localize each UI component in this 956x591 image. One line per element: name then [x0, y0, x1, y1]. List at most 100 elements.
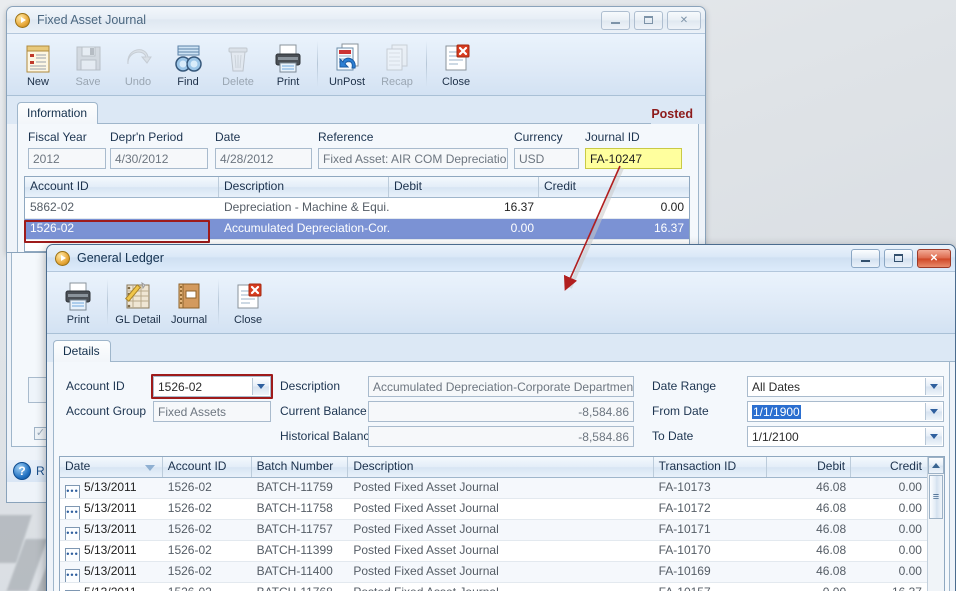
gl-cell-date-text: 5/13/2011 — [84, 501, 137, 515]
currency-field[interactable]: USD — [514, 148, 579, 169]
gl-col-account-id[interactable]: Account ID — [163, 457, 252, 477]
toolbar-unpost-button[interactable]: UnPost — [322, 38, 372, 91]
gl-col-debit[interactable]: Debit — [767, 457, 852, 477]
gl-cell-account-id: 1526-02 — [167, 543, 212, 557]
chevron-down-icon[interactable] — [925, 378, 942, 395]
gl-cell-account-id: 1526-02 — [167, 501, 212, 515]
fa-journal-tabstrip: Information Posted — [7, 96, 705, 124]
gl-toolbar-gl-detail-button[interactable]: GL Detail — [112, 276, 164, 329]
table-row[interactable]: ••• 5/13/2011 1526-02 BATCH-11759 Posted Fix… — [60, 478, 927, 499]
table-row[interactable]: ••• 5/13/2011 1526-02 BATCH-11758 Posted Fix… — [60, 499, 927, 520]
row-expander-icon[interactable]: ••• — [65, 485, 80, 498]
scroll-up-arrow-icon[interactable] — [928, 457, 944, 474]
reference-field[interactable]: Fixed Asset: AIR COM Depreciation — [318, 148, 508, 169]
reference-label: Reference — [318, 130, 374, 144]
chevron-down-icon[interactable] — [925, 403, 942, 420]
chevron-down-icon[interactable] — [925, 428, 942, 445]
toolbar-delete-label: Delete — [222, 76, 254, 88]
gl-account-group-field[interactable]: Fixed Assets — [153, 401, 271, 422]
general-ledger-window[interactable]: General Ledger ✕ Print GL Detail Journal — [46, 244, 956, 591]
table-row[interactable]: ••• 5/13/2011 1526-02 BATCH-11757 Posted Fix… — [60, 520, 927, 541]
table-row[interactable]: ••• 5/13/2011 1526-02 BATCH-11400 Posted Fix… — [60, 562, 927, 583]
scrollbar-thumb[interactable] — [929, 475, 943, 519]
fa-journal-panel: Fiscal Year Depr'n Period Date Reference… — [17, 124, 699, 252]
fa-cell-description: Accumulated Depreciation-Cor... — [224, 221, 389, 235]
gl-description-field[interactable]: Accumulated Depreciation-Corporate Depar… — [368, 376, 634, 397]
gl-cell-transaction-id: FA-10171 — [658, 522, 711, 536]
row-expander-icon[interactable]: ••• — [65, 548, 80, 561]
maximize-icon[interactable] — [634, 10, 663, 30]
gl-cell-debit: 0.00 — [767, 583, 851, 591]
fa-col-account-id[interactable]: Account ID — [25, 177, 219, 197]
gl-historical-balance-field[interactable]: -8,584.86 — [368, 426, 634, 447]
gl-date-range-label: Date Range — [652, 379, 717, 393]
table-row[interactable]: 1526-02 Accumulated Depreciation-Cor... … — [25, 219, 689, 240]
gl-toolbar-journal-button[interactable]: Journal — [164, 276, 214, 329]
gl-col-batch-number[interactable]: Batch Number — [252, 457, 349, 477]
journal-id-field[interactable]: FA-10247 — [585, 148, 682, 169]
gl-col-description[interactable]: Description — [348, 457, 654, 477]
gl-account-id-label: Account ID — [66, 379, 125, 393]
table-row[interactable]: 5862-02 Depreciation - Machine & Equi...… — [25, 198, 689, 219]
gl-account-id-combo[interactable]: 1526-02 — [153, 376, 271, 397]
tab-information[interactable]: Information — [17, 102, 99, 124]
fiscal-year-label: Fiscal Year — [28, 130, 87, 144]
gl-to-date-combo[interactable]: 1/1/2100 — [747, 426, 944, 447]
minimize-icon[interactable] — [601, 10, 630, 30]
gl-to-date-value: 1/1/2100 — [752, 430, 799, 444]
gl-toolbar-print-button[interactable]: Print — [53, 276, 103, 329]
fiscal-year-field[interactable]: 2012 — [28, 148, 106, 169]
gl-cell-date: •••5/13/2011 — [60, 583, 163, 591]
gl-col-credit[interactable]: Credit — [851, 457, 927, 477]
gl-current-balance-field[interactable]: -8,584.86 — [368, 401, 634, 422]
toolbar-new-button[interactable]: New — [13, 38, 63, 91]
gl-from-date-combo[interactable]: 1/1/1900 — [747, 401, 944, 422]
gl-grid: Date Account ID Batch Number Description… — [59, 456, 945, 591]
toolbar-close-label: Close — [441, 76, 471, 88]
gl-cell-batch: BATCH-11759 — [256, 480, 333, 494]
row-expander-icon[interactable]: ••• — [65, 569, 80, 582]
tab-details[interactable]: Details — [53, 340, 111, 362]
fixed-asset-journal-window[interactable]: Fixed Asset Journal ✕ New Save Undo Find… — [6, 6, 706, 253]
table-row[interactable]: •••5/13/20111526-02BATCH-11768Posted Fix… — [60, 583, 927, 591]
row-expander-icon[interactable]: ••• — [65, 506, 80, 519]
gl-toolbar-separator-1 — [107, 279, 108, 325]
gl-panel: Account ID 1526-02 Account Group Fixed A… — [53, 362, 950, 591]
fa-col-description[interactable]: Description — [219, 177, 389, 197]
gl-date-range-combo[interactable]: All Dates — [747, 376, 944, 397]
gl-cell-batch: BATCH-11399 — [256, 543, 333, 557]
row-expander-icon[interactable]: ••• — [65, 527, 80, 540]
gl-cell-debit: 46.08 — [816, 564, 847, 578]
toolbar-find-button[interactable]: Find — [163, 38, 213, 91]
toolbar-print-button[interactable]: Print — [263, 38, 313, 91]
close-icon[interactable]: ✕ — [917, 248, 951, 268]
gl-col-date[interactable]: Date — [60, 457, 163, 477]
app-play-icon — [55, 250, 70, 266]
minimize-icon[interactable] — [851, 248, 880, 268]
gl-col-transaction-id[interactable]: Transaction ID — [654, 457, 768, 477]
depr-period-field[interactable]: 4/30/2012 — [110, 148, 208, 169]
table-row[interactable]: ••• 5/13/2011 1526-02 BATCH-11399 Posted Fix… — [60, 541, 927, 562]
gl-grid-header: Date Account ID Batch Number Description… — [60, 457, 927, 478]
maximize-icon[interactable] — [884, 248, 913, 268]
gl-cell-debit: 46.08 — [816, 480, 847, 494]
close-icon[interactable]: ✕ — [667, 10, 701, 30]
recap-pages-icon — [381, 40, 413, 74]
chevron-down-icon[interactable] — [252, 378, 269, 395]
journal-book-icon — [173, 278, 205, 312]
date-field[interactable]: 4/28/2012 — [215, 148, 312, 169]
fa-journal-titlebar[interactable]: Fixed Asset Journal ✕ — [7, 7, 705, 34]
gl-toolbar-print-label: Print — [66, 314, 90, 326]
gl-grid-vertical-scrollbar[interactable] — [927, 457, 944, 591]
gl-titlebar[interactable]: General Ledger ✕ — [47, 245, 955, 272]
toolbar-close-button[interactable]: Close — [431, 38, 481, 91]
fa-journal-grid: Account ID Description Debit Credit 5862… — [24, 176, 690, 252]
gl-toolbar-separator-2 — [218, 279, 219, 325]
gl-window-buttons: ✕ — [851, 248, 951, 268]
gl-cell-description: Posted Fixed Asset Journal — [353, 522, 499, 536]
gl-toolbar-close-button[interactable]: Close — [223, 276, 273, 329]
help-icon[interactable]: ? — [13, 462, 31, 480]
close-document-icon — [232, 278, 264, 312]
fa-col-debit[interactable]: Debit — [389, 177, 539, 197]
fa-col-credit[interactable]: Credit — [539, 177, 689, 197]
